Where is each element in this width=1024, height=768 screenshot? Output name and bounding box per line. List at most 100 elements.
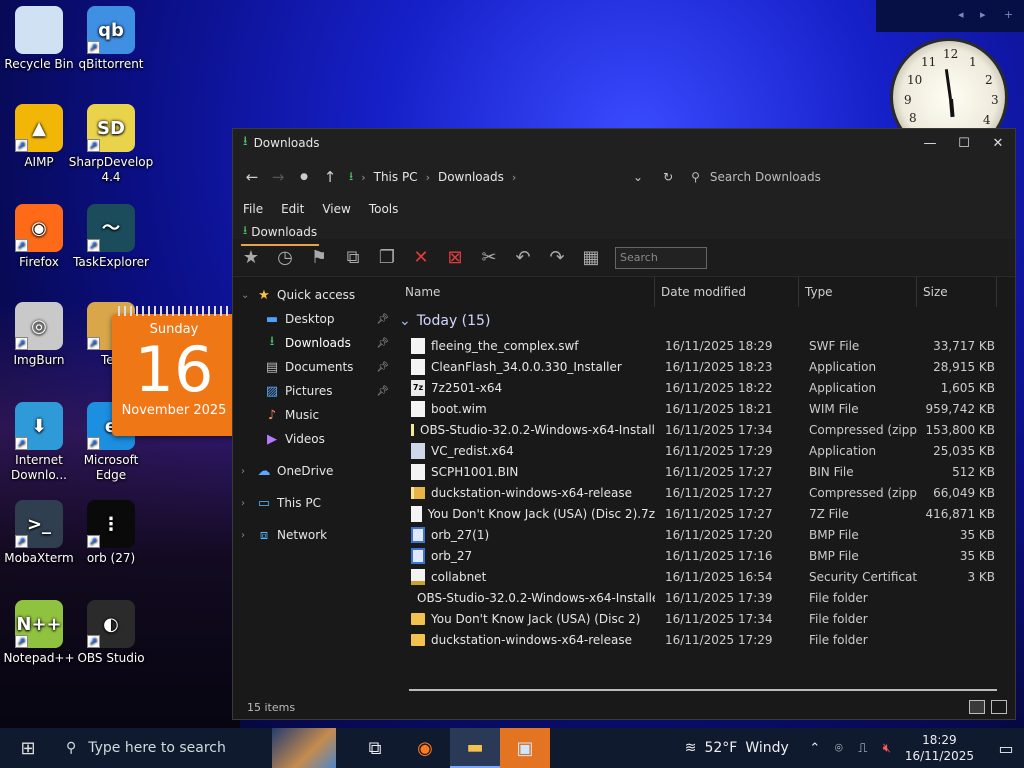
nav-item-desktop[interactable]: ▬ Desktop 📌︎ (233, 307, 399, 331)
column-name[interactable]: Name (399, 277, 655, 307)
forward-button[interactable]: → (265, 168, 291, 186)
delete-permanently-icon[interactable]: ⊠ (441, 245, 469, 271)
file-row[interactable]: 7z 7z2501-x64 16/11/2025 18:22 Application 1… (399, 377, 1015, 398)
minimize-button[interactable]: — (913, 136, 947, 151)
nav-item-music[interactable]: ♪ Music (233, 403, 399, 427)
file-row[interactable]: SCPH1001.BIN 16/11/2025 17:27 BIN File 512 … (399, 461, 1015, 482)
breadcrumb-this-pc[interactable]: This PC (374, 170, 418, 184)
desktop-shortcut[interactable]: 〜 ↗ TaskExplorer (68, 204, 154, 270)
column-type[interactable]: Type (799, 277, 917, 307)
file-row[interactable]: CleanFlash_34.0.0.330_Installer 16/11/202… (399, 356, 1015, 377)
file-row[interactable]: duckstation-windows-x64-release 16/11/202… (399, 629, 1015, 650)
show-hidden-icons-chevron-icon[interactable]: ⌃ (803, 741, 827, 756)
address-dropdown-chevron-icon[interactable]: ⌄ (633, 170, 643, 184)
tab-downloads[interactable]: ⭳ Downloads (241, 221, 320, 246)
camera-icon[interactable]: ⌾ (827, 741, 851, 756)
nav-item-documents[interactable]: ▤ Documents 📌︎ (233, 355, 399, 379)
nav-item-onedrive[interactable]: › ☁ OneDrive (233, 459, 399, 483)
windows-flag-icon[interactable]: ⚑ (305, 245, 333, 271)
chevron-right-icon[interactable]: › (241, 466, 255, 477)
file-row[interactable]: fleeing_the_complex.swf 16/11/2025 18:29 S… (399, 335, 1015, 356)
firefox-icon: ◉ ↗ (15, 204, 63, 252)
chevron-down-icon[interactable]: ⌄ (241, 290, 255, 301)
menu-edit[interactable]: Edit (281, 202, 304, 216)
desktop-shortcut[interactable]: ◐ ↗ OBS Studio (68, 600, 154, 666)
large-icons-view-button[interactable] (991, 700, 1007, 714)
nav-quick-access[interactable]: ⌄ ★ Quick access (233, 283, 399, 307)
weather-widget[interactable]: ≋ 52°F Windy (685, 740, 789, 756)
file-row[interactable]: You Don't Know Jack (USA) (Disc 2) 16/11/… (399, 608, 1015, 629)
cut-icon[interactable]: ✂ (475, 245, 503, 271)
toolbar-search-input[interactable]: Search (615, 246, 707, 269)
refresh-icon[interactable]: ↻ (663, 170, 673, 184)
file-explorer-window[interactable]: ⭳ Downloads — ☐ ✕ ← → ● ↑ ⭳ › This PC › … (232, 128, 1016, 720)
breadcrumb-separator: › (511, 170, 517, 184)
file-row[interactable]: OBS-Studio-32.0.2-Windows-x64-Installer 1… (399, 419, 1015, 440)
file-row[interactable]: VC_redist.x64 16/11/2025 17:29 Application… (399, 440, 1015, 461)
file-row[interactable]: collabnet 16/11/2025 16:54 Security Certif… (399, 566, 1015, 587)
delete-icon[interactable]: ✕ (407, 245, 435, 271)
gadget-add-icon[interactable]: + (1004, 8, 1013, 21)
breadcrumb-downloads[interactable]: Downloads (438, 170, 504, 184)
taskbar-file-explorer-icon[interactable]: ▬ (450, 728, 500, 768)
desktop-shortcut[interactable]: qb ↗ qBittorrent (68, 6, 154, 72)
chevron-right-icon[interactable]: › (241, 530, 255, 541)
menu-view[interactable]: View (322, 202, 350, 216)
network-icon[interactable]: ⎍ (851, 741, 875, 756)
nav-item-pictures[interactable]: ▨ Pictures 📌︎ (233, 379, 399, 403)
nav-item-videos[interactable]: ▶ Videos (233, 427, 399, 451)
title-bar[interactable]: ⭳ Downloads — ☐ ✕ (233, 129, 1015, 157)
column-size[interactable]: Size (917, 277, 997, 307)
redo-icon[interactable]: ↷ (543, 245, 571, 271)
history-clock-icon[interactable]: ◷ (271, 245, 299, 271)
favorites-star-icon[interactable]: ★ (237, 245, 265, 271)
maximize-button[interactable]: ☐ (947, 136, 981, 151)
taskbar-firefox-icon[interactable]: ◉ (400, 728, 450, 768)
file-row[interactable]: orb_27(1) 16/11/2025 17:20 BMP File 35 KB (399, 524, 1015, 545)
file-row[interactable]: boot.wim 16/11/2025 18:21 WIM File 959,742 … (399, 398, 1015, 419)
undo-icon[interactable]: ↶ (509, 245, 537, 271)
copy-to-icon[interactable]: ⧉ (339, 245, 367, 271)
taskbar-search-input[interactable]: Type here to search (88, 740, 226, 756)
gadget-prev-icon[interactable]: ◂ (958, 8, 964, 21)
nav-item-this-pc[interactable]: › ▭ This PC (233, 491, 399, 515)
horizontal-scrollbar[interactable] (409, 689, 997, 691)
file-row[interactable]: OBS-Studio-32.0.2-Windows-x64-Installer 1… (399, 587, 1015, 608)
taskbar-clock[interactable]: 18:29 16/11/2025 (905, 732, 974, 764)
gadget-next-icon[interactable]: ▸ (980, 8, 986, 21)
shortcut-arrow-icon: ↗ (15, 535, 28, 548)
volume-muted-icon[interactable]: 🔇︎ (875, 741, 899, 756)
taskbar-app-icon[interactable]: ▣ (500, 728, 550, 768)
calendar-gadget[interactable]: Sunday 16 November 2025 (112, 306, 236, 436)
group-header-today[interactable]: ⌄ Today (15) (399, 307, 1015, 335)
search-input[interactable]: Search Downloads (710, 170, 821, 184)
back-button[interactable]: ← (239, 168, 265, 186)
file-row[interactable]: You Don't Know Jack (USA) (Disc 2).7z 16/… (399, 503, 1015, 524)
menu-file[interactable]: File (243, 202, 263, 216)
details-view-button[interactable] (969, 700, 985, 714)
file-date: 16/11/2025 16:54 (665, 569, 773, 584)
file-row[interactable]: duckstation-windows-x64-release 16/11/202… (399, 482, 1015, 503)
start-button[interactable]: ⊞ (0, 728, 56, 768)
recent-locations-button[interactable]: ● (291, 172, 317, 182)
move-to-icon[interactable]: ❐ (373, 245, 401, 271)
taskbar-search[interactable]: ⚲ Type here to search (56, 728, 266, 768)
menu-tools[interactable]: Tools (369, 202, 399, 216)
breadcrumb[interactable]: ⭳ › This PC › Downloads › (349, 167, 619, 188)
view-options-icon[interactable]: ▦ (577, 245, 605, 271)
nav-item-network[interactable]: › ⧈ Network (233, 523, 399, 547)
search-highlight-art[interactable] (272, 728, 336, 768)
column-date-modified[interactable]: Date modified (655, 277, 799, 307)
desktop-shortcut[interactable]: ⋮ ↗ orb (27) (68, 500, 154, 566)
search-box[interactable]: ⚲ Search Downloads (691, 170, 821, 184)
desktop-shortcut[interactable]: SD ↗ SharpDevelop 4.4 (68, 104, 154, 185)
desktop-shortcut-label: SharpDevelop 4.4 (68, 155, 154, 184)
task-view-icon[interactable]: ⧉ (350, 728, 400, 768)
up-button[interactable]: ↑ (317, 168, 343, 186)
chevron-right-icon[interactable]: › (241, 498, 255, 509)
nav-item-downloads[interactable]: ⭳ Downloads 📌︎ (233, 331, 399, 355)
file-icon (411, 358, 425, 375)
file-row[interactable]: orb_27 16/11/2025 17:16 BMP File 35 KB (399, 545, 1015, 566)
close-button[interactable]: ✕ (981, 136, 1015, 151)
notifications-icon[interactable]: ▭ (988, 739, 1024, 758)
